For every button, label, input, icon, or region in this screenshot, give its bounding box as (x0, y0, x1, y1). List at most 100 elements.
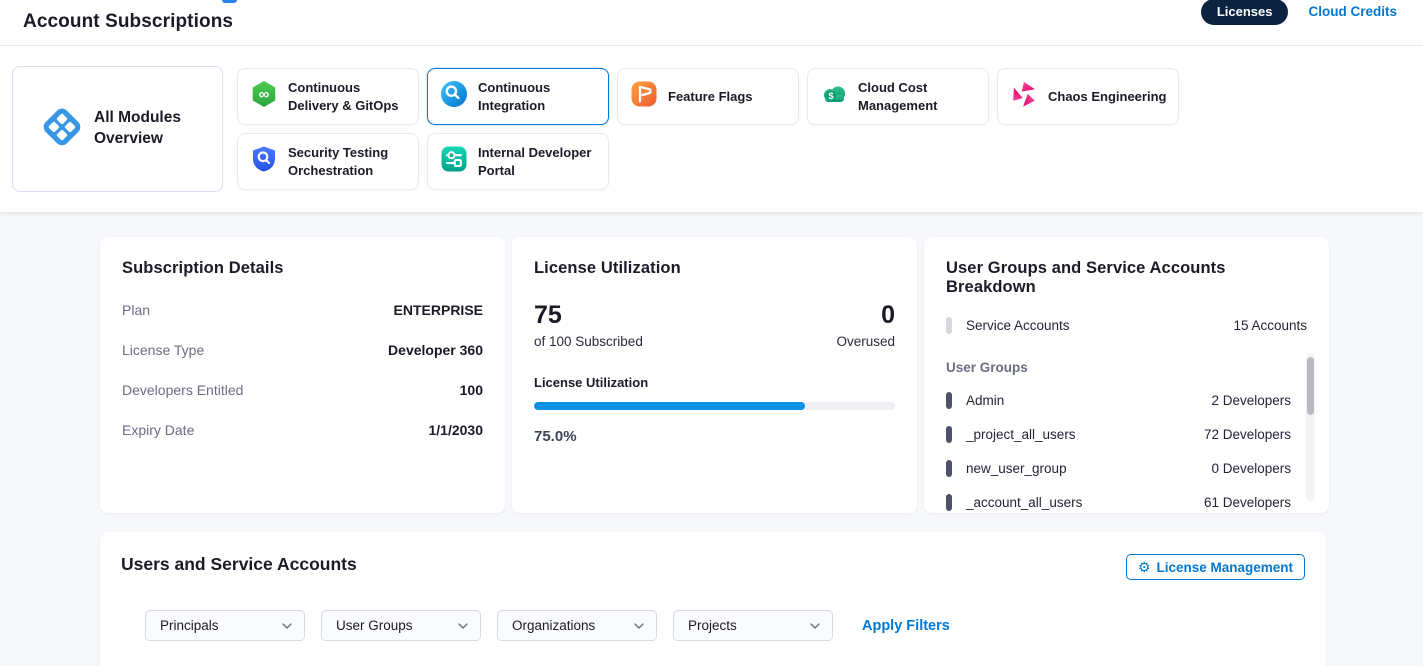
overused-count: 0 (836, 302, 895, 330)
module-chip-cloud-cost[interactable]: $ Cloud Cost Management (807, 68, 989, 125)
subscription-row-developers-entitled: Developers Entitled 100 (122, 382, 483, 398)
module-chip-feature-flags[interactable]: Feature Flags (617, 68, 799, 125)
license-management-button[interactable]: ⚙ License Management (1126, 554, 1305, 580)
breakdown-title: User Groups and Service Accounts Breakdo… (946, 259, 1307, 297)
utilization-progress-fill (534, 402, 805, 410)
apply-filters-link[interactable]: Apply Filters (862, 618, 950, 634)
group-row-admin: Admin 2 Developers (946, 392, 1307, 409)
chevron-down-icon (458, 623, 468, 629)
chevron-down-icon (810, 623, 820, 629)
tab-licenses[interactable]: Licenses (1201, 0, 1289, 25)
group-name: Admin (966, 393, 1004, 408)
group-name: _project_all_users (966, 427, 1076, 442)
group-marker (946, 494, 952, 511)
group-count: 72 Developers (1204, 427, 1291, 442)
module-chip-idp[interactable]: Internal Developer Portal (427, 133, 609, 190)
cloud-cost-icon: $ (820, 80, 848, 113)
group-row-project-all-users: _project_all_users 72 Developers (946, 426, 1307, 443)
account-subscriptions-page: Account Subscriptions Licenses Cloud Cre… (0, 0, 1423, 666)
module-chip-label: Cloud Cost Management (858, 79, 978, 114)
internal-developer-portal-icon (440, 145, 468, 178)
subscription-details-card: Subscription Details Plan ENTERPRISE Lic… (100, 237, 505, 513)
chevron-down-icon (282, 623, 292, 629)
module-chip-label: Chaos Engineering (1048, 88, 1166, 106)
used-licenses-block: 75 of 100 Subscribed (534, 302, 643, 349)
page-title: Account Subscriptions (23, 11, 233, 33)
users-service-accounts-section: Users and Service Accounts ⚙ License Man… (100, 532, 1326, 666)
dropdown-label: User Groups (336, 618, 413, 633)
utilization-bar-label: License Utilization (534, 375, 895, 390)
group-marker (946, 460, 952, 477)
feature-flags-icon (630, 80, 658, 113)
security-testing-icon (250, 145, 278, 178)
subscription-details-title: Subscription Details (122, 259, 483, 278)
used-count: 75 (534, 302, 643, 330)
group-count: 0 Developers (1211, 461, 1291, 476)
module-chip-chaos[interactable]: Chaos Engineering (997, 68, 1179, 125)
row-value: 1/1/2030 (429, 422, 484, 438)
module-selector-bar: All Modules Overview ∞ Continuous Delive… (0, 46, 1423, 212)
svg-text:∞: ∞ (259, 86, 270, 103)
group-marker (946, 392, 952, 409)
service-accounts-marker (946, 317, 952, 334)
overused-block: 0 Overused (836, 302, 895, 349)
utilization-progress-bar (534, 402, 895, 410)
license-management-label: License Management (1156, 560, 1293, 575)
module-chip-label: Feature Flags (668, 88, 753, 106)
user-groups-dropdown[interactable]: User Groups (321, 610, 481, 641)
chaos-engineering-icon (1010, 80, 1038, 113)
cd-gitops-icon: ∞ (250, 80, 278, 113)
module-chip-sto[interactable]: Security Testing Orchestration (237, 133, 419, 190)
summary-cards-row: Subscription Details Plan ENTERPRISE Lic… (100, 237, 1329, 513)
filters-row: Principals User Groups Organizations Pro… (145, 610, 950, 641)
all-modules-icon (39, 104, 85, 155)
page-header: Account Subscriptions Licenses Cloud Cre… (0, 0, 1423, 46)
service-accounts-label: Service Accounts (966, 318, 1070, 333)
module-chip-cd-gitops[interactable]: ∞ Continuous Delivery & GitOps (237, 68, 419, 125)
scrollbar-thumb[interactable] (1307, 357, 1314, 415)
principals-dropdown[interactable]: Principals (145, 610, 305, 641)
clipped-icon-fragment (222, 0, 237, 3)
group-list-scrollbar[interactable] (1306, 353, 1315, 501)
row-value: Developer 360 (388, 342, 483, 358)
module-chip-label: Internal Developer Portal (478, 144, 598, 179)
row-label: Expiry Date (122, 422, 194, 438)
group-count: 61 Developers (1204, 495, 1291, 510)
all-modules-overview-card[interactable]: All Modules Overview (12, 66, 223, 192)
row-value: ENTERPRISE (394, 302, 483, 318)
service-accounts-row: Service Accounts 15 Accounts (946, 317, 1307, 334)
module-chip-label: Security Testing Orchestration (288, 144, 408, 179)
license-utilization-title: License Utilization (534, 259, 895, 278)
breakdown-card: User Groups and Service Accounts Breakdo… (924, 237, 1329, 513)
tab-cloud-credits[interactable]: Cloud Credits (1308, 4, 1397, 19)
organizations-dropdown[interactable]: Organizations (497, 610, 657, 641)
group-count: 2 Developers (1211, 393, 1291, 408)
group-marker (946, 426, 952, 443)
users-section-title: Users and Service Accounts (121, 554, 357, 575)
all-modules-overview-label: All Modules Overview (94, 108, 208, 150)
license-utilization-card: License Utilization 75 of 100 Subscribed… (512, 237, 917, 513)
dropdown-label: Organizations (512, 618, 595, 633)
projects-dropdown[interactable]: Projects (673, 610, 833, 641)
group-row-new-user-group: new_user_group 0 Developers (946, 460, 1307, 477)
user-groups-heading: User Groups (946, 360, 1307, 375)
group-name: new_user_group (966, 461, 1067, 476)
service-accounts-count: 15 Accounts (1233, 318, 1307, 333)
module-chip-label: Continuous Integration (478, 79, 598, 114)
gear-icon: ⚙ (1138, 560, 1151, 574)
group-row-account-all-users: _account_all_users 61 Developers (946, 494, 1307, 511)
module-chip-ci[interactable]: Continuous Integration (427, 68, 609, 125)
row-label: Developers Entitled (122, 382, 243, 398)
row-value: 100 (460, 382, 483, 398)
chevron-down-icon (634, 623, 644, 629)
ci-icon (440, 80, 468, 113)
overused-caption: Overused (836, 334, 895, 349)
subscription-row-plan: Plan ENTERPRISE (122, 302, 483, 318)
row-label: Plan (122, 302, 150, 318)
module-chip-label: Continuous Delivery & GitOps (288, 79, 408, 114)
utilization-percent: 75.0% (534, 428, 895, 445)
svg-text:$: $ (828, 91, 834, 102)
subscription-row-expiry-date: Expiry Date 1/1/2030 (122, 422, 483, 438)
used-caption: of 100 Subscribed (534, 334, 643, 349)
row-label: License Type (122, 342, 204, 358)
